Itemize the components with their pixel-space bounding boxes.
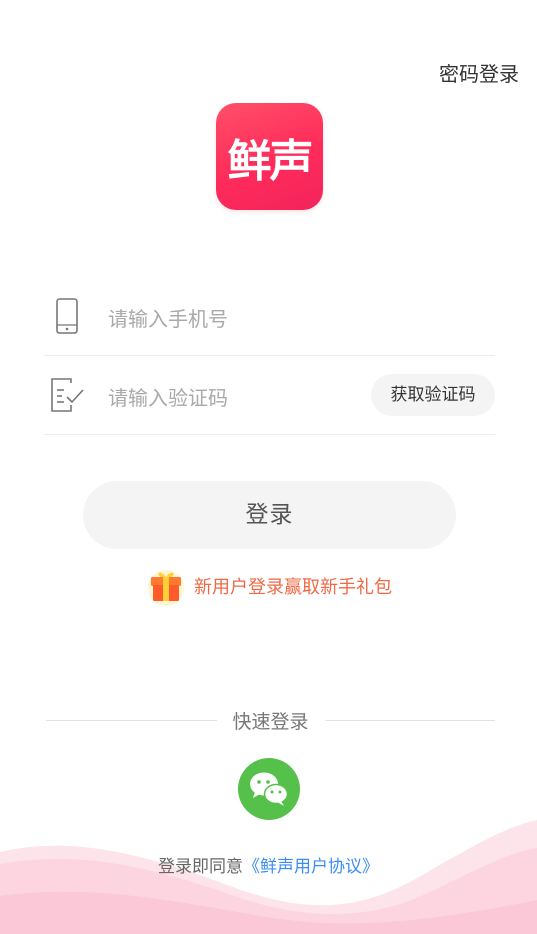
divider-line-right: [324, 719, 496, 721]
divider-line-left: [46, 719, 217, 721]
login-button[interactable]: 登录: [83, 481, 456, 549]
quick-login-divider: 快速登录: [46, 706, 496, 734]
phone-icon: [56, 298, 78, 334]
agreement-link[interactable]: 《鲜声用户协议》: [243, 857, 379, 877]
phone-input[interactable]: 请输入手机号: [108, 303, 228, 332]
agreement-prefix: 登录即同意: [158, 857, 243, 877]
agreement-text: 登录即同意《鲜声用户协议》: [0, 852, 537, 877]
gift-icon: [148, 570, 184, 606]
new-user-promo[interactable]: 新用户登录赢取新手礼包: [146, 566, 392, 606]
quick-login-label: 快速登录: [232, 710, 309, 733]
password-login-link[interactable]: 密码登录: [439, 58, 519, 87]
logo-text: 鲜声: [227, 135, 314, 187]
promo-text: 新用户登录赢取新手礼包: [194, 577, 392, 598]
code-input[interactable]: 请输入验证码: [108, 382, 228, 411]
wechat-icon: [250, 772, 289, 806]
get-code-button[interactable]: 获取验证码: [371, 374, 495, 416]
verify-code-icon: [51, 378, 84, 412]
app-logo: 鲜声: [216, 103, 323, 210]
code-field[interactable]: 请输入验证码 获取验证码: [44, 356, 495, 435]
phone-field[interactable]: 请输入手机号: [44, 277, 495, 356]
wechat-login-button[interactable]: [238, 758, 300, 820]
